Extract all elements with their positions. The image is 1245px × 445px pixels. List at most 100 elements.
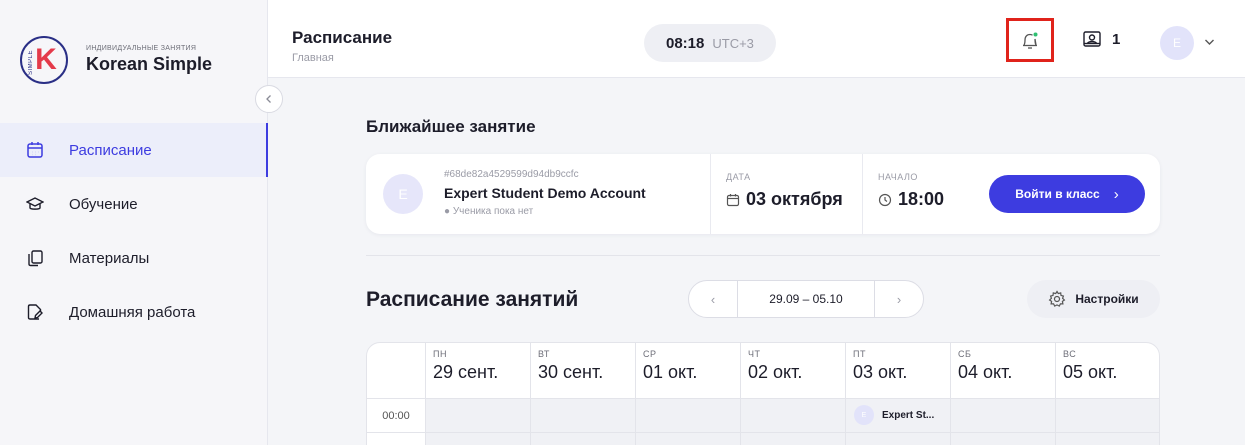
divider xyxy=(366,255,1160,256)
sidebar-item-schedule[interactable]: Расписание xyxy=(0,123,268,177)
bell-icon xyxy=(1023,32,1038,49)
student-name: Expert Student Demo Account xyxy=(444,185,646,201)
day-header: СБ 04 окт. xyxy=(951,343,1056,398)
brand[interactable]: SIMPLE K ИНДИВИДУАЛЬНЫЕ ЗАНЯТИЯ Korean S… xyxy=(20,36,212,84)
lesson-id: #68de82a4529599d94db9ccfc xyxy=(444,169,579,180)
students-counter[interactable]: 1 xyxy=(1082,30,1120,48)
time-slot[interactable] xyxy=(951,433,1056,445)
sidebar-item-label: Материалы xyxy=(69,249,150,267)
time-slot[interactable] xyxy=(741,399,846,432)
upcoming-lesson-card: E #68de82a4529599d94db9ccfc Expert Stude… xyxy=(366,154,1160,234)
sidebar-item-materials[interactable]: Материалы xyxy=(0,231,268,285)
time-slot[interactable] xyxy=(636,399,741,432)
main-content: Ближайшее занятие E #68de82a4529599d94db… xyxy=(268,79,1245,445)
app: SIMPLE K ИНДИВИДУАЛЬНЫЕ ЗАНЯТИЯ Korean S… xyxy=(0,0,1245,445)
time-slot[interactable] xyxy=(426,399,531,432)
week-navigator: ‹ 29.09 – 05.10 › xyxy=(688,280,924,318)
week-range[interactable]: 29.09 – 05.10 xyxy=(737,280,875,318)
sidebar-item-learning[interactable]: Обучение xyxy=(0,177,268,231)
copy-files-icon xyxy=(26,249,44,267)
day-date: 05 окт. xyxy=(1063,362,1118,382)
start-value-row: 18:00 xyxy=(878,189,944,210)
page-title: Расписание xyxy=(292,28,393,47)
day-header-row: ПН 29 сент. ВТ 30 сент. СР 01 окт. ЧТ 02 окт… xyxy=(367,343,1159,399)
top-header: Расписание Главная 08:18 UTC+3 1 E xyxy=(268,0,1245,78)
calendar-icon xyxy=(26,141,44,159)
students-count: 1 xyxy=(1112,30,1121,48)
schedule-title: Расписание занятий xyxy=(366,288,579,311)
day-header: ВТ 30 сент. xyxy=(531,343,636,398)
current-time: 08:18 UTC+3 xyxy=(644,24,776,62)
weekday: СБ xyxy=(958,349,972,359)
brand-subtitle: ИНДИВИДУАЛЬНЫЕ ЗАНЯТИЯ xyxy=(86,45,197,52)
prev-week-button[interactable]: ‹ xyxy=(689,292,737,307)
divider xyxy=(862,154,863,234)
student-board-icon xyxy=(1083,31,1101,47)
time-slot[interactable] xyxy=(531,399,636,432)
next-week-button[interactable]: › xyxy=(875,292,923,307)
avatar: E xyxy=(854,405,874,425)
day-date: 30 сент. xyxy=(538,362,604,382)
time-slot[interactable] xyxy=(426,433,531,445)
day-header: СР 01 окт. xyxy=(636,343,741,398)
day-date: 03 окт. xyxy=(853,362,908,382)
avatar: E xyxy=(383,174,423,214)
event-label: Expert St... xyxy=(882,409,935,421)
lesson-event[interactable]: E Expert St... xyxy=(854,405,934,425)
enter-class-label: Войти в класс xyxy=(1015,187,1100,201)
time-column-header xyxy=(367,343,426,398)
enter-class-button[interactable]: Войти в класс › xyxy=(989,175,1145,213)
sidebar-item-label: Расписание xyxy=(69,141,152,159)
notifications-button[interactable] xyxy=(1006,18,1054,62)
logo-side-text: SIMPLE xyxy=(28,50,34,76)
time-slot[interactable]: E Expert St... xyxy=(846,399,951,432)
chevron-down-icon xyxy=(1204,37,1215,49)
collapse-sidebar-button[interactable] xyxy=(255,85,283,113)
weekday: ЧТ xyxy=(748,349,761,359)
time-slot[interactable] xyxy=(951,399,1056,432)
time-slot[interactable] xyxy=(636,433,741,445)
avatar: E xyxy=(1160,26,1194,60)
brand-name: Korean Simple xyxy=(86,54,213,74)
user-menu[interactable]: E xyxy=(1160,26,1215,60)
brand-text: ИНДИВИДУАЛЬНЫЕ ЗАНЯТИЯ Korean Simple xyxy=(86,45,212,75)
weekday: СР xyxy=(643,349,657,359)
day-header: ПН 29 сент. xyxy=(426,343,531,398)
gear-icon xyxy=(1048,290,1066,308)
time-slot[interactable] xyxy=(1056,399,1159,432)
sidebar-nav: Расписание Обучение Материалы Домашняя р… xyxy=(0,123,268,339)
weekday: ВС xyxy=(1063,349,1077,359)
time-slot[interactable] xyxy=(1056,433,1159,445)
timezone-label: UTC+3 xyxy=(712,35,754,51)
day-date: 02 окт. xyxy=(748,362,803,382)
weekday: ПН xyxy=(433,349,447,359)
sidebar-item-label: Обучение xyxy=(69,195,138,213)
settings-button[interactable]: Настройки xyxy=(1027,280,1160,318)
slot-time xyxy=(367,433,426,445)
sidebar-item-homework[interactable]: Домашняя работа xyxy=(0,285,268,339)
breadcrumb[interactable]: Главная xyxy=(292,52,334,64)
weekday: ВТ xyxy=(538,349,550,359)
graduation-cap-icon xyxy=(26,195,44,213)
date-value-row: 03 октября xyxy=(726,189,843,210)
time-slot-row xyxy=(367,433,1159,445)
day-date: 04 окт. xyxy=(958,362,1013,382)
sidebar: SIMPLE K ИНДИВИДУАЛЬНЫЕ ЗАНЯТИЯ Korean S… xyxy=(0,0,268,445)
logo-letter: K xyxy=(35,43,57,76)
day-date: 29 сент. xyxy=(433,362,499,382)
upcoming-title: Ближайшее занятие xyxy=(366,117,536,136)
schedule-grid: ПН 29 сент. ВТ 30 сент. СР 01 окт. ЧТ 02 окт… xyxy=(366,342,1160,445)
time-slot-row: 00:00 E Expert St... xyxy=(367,399,1159,433)
time-slot[interactable] xyxy=(741,433,846,445)
divider xyxy=(710,154,711,234)
start-label: НАЧАЛО xyxy=(878,172,918,182)
time-slot[interactable] xyxy=(531,433,636,445)
student-note: ● Ученика пока нет xyxy=(444,206,534,217)
day-header: ВС 05 окт. xyxy=(1056,343,1159,398)
slot-time: 00:00 xyxy=(367,399,426,432)
weekday: ПТ xyxy=(853,349,866,359)
calendar-icon xyxy=(726,193,740,207)
sidebar-item-label: Домашняя работа xyxy=(69,303,196,321)
time-slot[interactable] xyxy=(846,433,951,445)
day-header: ПТ 03 окт. xyxy=(846,343,951,398)
